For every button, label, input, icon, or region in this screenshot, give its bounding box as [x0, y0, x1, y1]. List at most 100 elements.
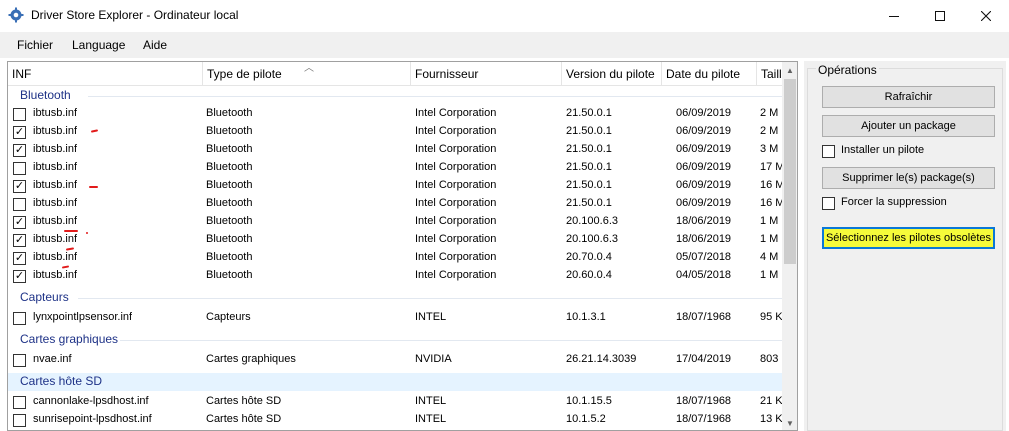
menu-aide[interactable]: Aide: [143, 38, 167, 52]
group-header-capteurs[interactable]: Capteurs: [8, 289, 782, 307]
cell-size: 3 M: [760, 143, 779, 155]
cell-inf: ibtusb.inf: [33, 179, 78, 191]
row-checkbox[interactable]: ✓: [13, 252, 26, 265]
row-checkbox[interactable]: ✓: [13, 144, 26, 157]
column-header-size[interactable]: Taill: [757, 62, 782, 86]
scroll-up-icon[interactable]: ▲: [782, 62, 797, 79]
menu-language[interactable]: Language: [72, 38, 125, 52]
row-checkbox[interactable]: ✓: [13, 234, 26, 247]
row-checkbox[interactable]: ✓: [13, 180, 26, 193]
cell-type: Bluetooth: [206, 179, 253, 191]
cell-version: 10.1.3.1: [566, 311, 606, 323]
cell-size: 4 M: [760, 251, 779, 263]
cell-vendor: Intel Corporation: [415, 179, 497, 191]
select-obsolete-drivers-button[interactable]: Sélectionnez les pilotes obsolètes: [822, 227, 995, 249]
cell-inf: nvae.inf: [33, 353, 72, 365]
driver-list[interactable]: INF Type de pilote ︿ Fournisseur Version…: [7, 61, 798, 431]
column-header-date[interactable]: Date du pilote: [662, 62, 757, 86]
cell-size: 16 M: [760, 179, 785, 191]
group-header-cartes-graphiques[interactable]: Cartes graphiques: [8, 331, 782, 349]
row-checkbox[interactable]: [13, 414, 26, 427]
table-row[interactable]: ibtusb.inf Bluetooth Intel Corporation 2…: [8, 195, 785, 213]
column-header-version[interactable]: Version du pilote: [562, 62, 662, 86]
row-checkbox[interactable]: ✓: [13, 126, 26, 139]
row-checkbox[interactable]: [13, 354, 26, 367]
table-row[interactable]: nvae.inf Cartes graphiques NVIDIA 26.21.…: [8, 351, 791, 369]
scroll-thumb[interactable]: [784, 79, 796, 264]
row-checkbox[interactable]: [13, 396, 26, 409]
cell-type: Bluetooth: [206, 107, 253, 119]
checkbox-label: Forcer la suppression: [841, 196, 947, 208]
cell-version: 20.100.6.3: [566, 233, 618, 245]
cell-type: Bluetooth: [206, 197, 253, 209]
cell-vendor: NVIDIA: [415, 353, 452, 365]
annotation-mark: [64, 230, 78, 232]
table-row[interactable]: ✓ ibtusb.inf Bluetooth Intel Corporation…: [8, 141, 782, 159]
force-delete-checkbox[interactable]: Forcer la suppression: [822, 196, 992, 212]
vertical-scrollbar[interactable]: ▲ ▼: [782, 62, 797, 430]
table-row[interactable]: cannonlake-lpsdhost.inf Cartes hôte SD I…: [8, 393, 783, 411]
cell-type: Bluetooth: [206, 125, 253, 137]
add-package-button[interactable]: Ajouter un package: [822, 115, 995, 137]
row-checkbox[interactable]: [13, 312, 26, 325]
maximize-button[interactable]: [917, 0, 963, 30]
cell-type: Bluetooth: [206, 215, 253, 227]
cell-version: 21.50.0.1: [566, 161, 612, 173]
menu-fichier[interactable]: Fichier: [17, 38, 53, 52]
gear-icon: [8, 7, 24, 23]
cell-vendor: INTEL: [415, 413, 447, 425]
column-header-inf[interactable]: INF: [8, 62, 203, 86]
table-row[interactable]: sunrisepoint-lpsdhost.inf Cartes hôte SD…: [8, 411, 783, 429]
cell-inf: ibtusb.inf: [33, 125, 78, 137]
row-checkbox[interactable]: ✓: [13, 270, 26, 283]
table-row[interactable]: ✓ ibtusb.inf Bluetooth Intel Corporation…: [8, 123, 782, 141]
cell-inf: ibtusb.inf: [33, 269, 78, 281]
table-row[interactable]: ✓ ibtusb.inf Bluetooth Intel Corporation…: [8, 249, 782, 267]
cell-size: 17 M: [760, 161, 785, 173]
cell-date: 06/09/2019: [676, 107, 732, 119]
close-button[interactable]: [963, 0, 1009, 30]
cell-vendor: Intel Corporation: [415, 143, 497, 155]
table-row[interactable]: ✓ ibtusb.inf Bluetooth Intel Corporation…: [8, 213, 782, 231]
group-divider: [88, 96, 782, 97]
row-checkbox[interactable]: ✓: [13, 216, 26, 229]
install-driver-checkbox[interactable]: Installer un pilote: [822, 144, 992, 160]
close-icon: [980, 10, 992, 22]
cell-type: Bluetooth: [206, 251, 253, 263]
checkbox-box[interactable]: [822, 197, 835, 210]
group-label: Bluetooth: [20, 88, 71, 102]
checkbox-box[interactable]: [822, 145, 835, 158]
delete-packages-button[interactable]: Supprimer le(s) package(s): [822, 167, 995, 189]
table-row[interactable]: ✓ ibtusb.inf Bluetooth Intel Corporation…: [8, 231, 782, 249]
group-header-cartes-hote-sd[interactable]: Cartes hôte SD: [8, 373, 782, 391]
minimize-button[interactable]: [871, 0, 917, 30]
table-row[interactable]: ibtusb.inf Bluetooth Intel Corporation 2…: [8, 159, 785, 177]
cell-inf: cannonlake-lpsdhost.inf: [33, 395, 149, 407]
table-row[interactable]: ✓ ibtusb.inf Bluetooth Intel Corporation…: [8, 267, 782, 285]
column-header-vendor[interactable]: Fournisseur: [411, 62, 562, 86]
cell-vendor: Intel Corporation: [415, 233, 497, 245]
cell-type: Cartes hôte SD: [206, 413, 282, 425]
row-checkbox[interactable]: [13, 108, 26, 121]
scroll-down-icon[interactable]: ▼: [782, 415, 797, 430]
cell-type: Cartes hôte SD: [206, 395, 282, 407]
cell-version: 26.21.14.3039: [566, 353, 637, 365]
refresh-button[interactable]: Rafraîchir: [822, 86, 995, 108]
table-row[interactable]: ✓ ibtusb.inf Bluetooth Intel Corporation…: [8, 177, 785, 195]
cell-date: 06/09/2019: [676, 197, 732, 209]
window-title: Driver Store Explorer - Ordinateur local: [31, 8, 239, 22]
cell-date: 18/06/2019: [676, 233, 732, 245]
annotation-mark: [89, 186, 98, 188]
table-row[interactable]: lynxpointlpsensor.inf Capteurs INTEL 10.…: [8, 309, 783, 327]
cell-version: 21.50.0.1: [566, 125, 612, 137]
cell-date: 06/09/2019: [676, 143, 732, 155]
row-checkbox[interactable]: [13, 162, 26, 175]
group-header-bluetooth[interactable]: Bluetooth: [8, 87, 782, 105]
row-checkbox[interactable]: [13, 198, 26, 211]
checkbox-label: Installer un pilote: [841, 144, 925, 156]
maximize-icon: [935, 11, 945, 22]
cell-date: 18/07/1968: [676, 395, 732, 407]
cell-version: 20.100.6.3: [566, 215, 618, 227]
cell-size: 16 M: [760, 197, 785, 209]
table-row[interactable]: ibtusb.inf Bluetooth Intel Corporation 2…: [8, 105, 782, 123]
